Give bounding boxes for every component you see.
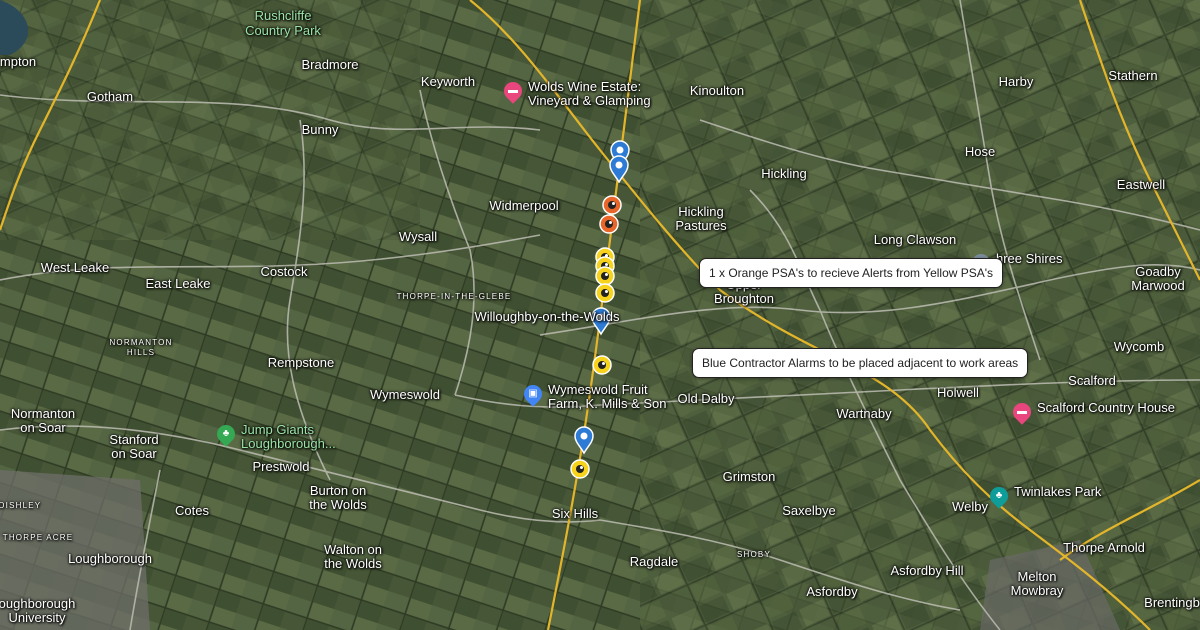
- place-label-hicklingp1: Hickling: [678, 204, 724, 219]
- poi-label-jump-giants[interactable]: Jump Giants Loughborough...: [241, 423, 336, 451]
- poi-line1: Scalford Country House: [1037, 400, 1176, 415]
- place-label-hose: Hose: [964, 144, 996, 159]
- place-label-keyworth: Keyworth: [420, 74, 476, 89]
- area-label-thorpeglebe: THORPE-IN-THE-GLEBE: [396, 292, 512, 301]
- place-label-normanton1: Normanton: [10, 406, 76, 421]
- poi-line1: Wymeswold Fruit: [548, 382, 648, 397]
- place-label-goadby2: Marwood: [1131, 278, 1185, 293]
- place-label-saxelbye: Saxelbye: [782, 503, 836, 518]
- orange-psa-marker[interactable]: [602, 195, 622, 215]
- poi-label-twinlakes[interactable]: Twinlakes Park: [1014, 485, 1101, 499]
- place-label-ragdale: Ragdale: [629, 554, 679, 569]
- place-label-kinoulton: Kinoulton: [689, 83, 745, 98]
- place-label-bradmore: Bradmore: [301, 57, 359, 72]
- poi-label-three-shires[interactable]: hree Shires: [996, 252, 1062, 266]
- poi-line2: Farm, K. Mills & Son: [548, 396, 667, 411]
- place-label-loughborough: Loughborough: [68, 551, 152, 566]
- blue-alarms-callout[interactable]: Blue Contractor Alarms to be placed adja…: [692, 348, 1029, 378]
- place-label-wycomb: Wycomb: [1113, 339, 1165, 354]
- place-label-scalford: Scalford: [1068, 373, 1116, 388]
- place-label-hicklingp2: Pastures: [675, 218, 727, 233]
- area-label-normantonhills2: HILLS: [126, 348, 156, 357]
- place-label-melton2: Mowbray: [1010, 583, 1064, 598]
- yellow-psa-marker[interactable]: [592, 355, 612, 375]
- place-label-upperb2: Broughton: [714, 291, 774, 306]
- poi-line1: Twinlakes Park: [1014, 484, 1102, 499]
- poi-label-wolds-wine[interactable]: Wolds Wine Estate: Vineyard & Glamping: [528, 80, 651, 108]
- area-label-shoby: SHOBY: [736, 550, 772, 559]
- place-label-grimston: Grimston: [722, 469, 776, 484]
- place-label-cotes: Cotes: [175, 503, 209, 518]
- area-label-normantonhills1: NORMANTON: [109, 338, 173, 347]
- place-label-prestwold: Prestwold: [252, 459, 310, 474]
- poi-line2: Loughborough...: [241, 436, 336, 451]
- place-label-loughuni1: oughborough: [0, 596, 76, 611]
- place-label-thorpearnold: Thorpe Arnold: [1063, 540, 1145, 555]
- place-label-holwell: Holwell: [937, 385, 979, 400]
- place-label-loughuni2: University: [8, 610, 66, 625]
- area-label-dishley: DISHLEY: [0, 501, 42, 510]
- place-label-rampton: mpton: [0, 54, 37, 69]
- yellow-psa-marker[interactable]: [595, 283, 615, 303]
- place-label-welby: Welby: [952, 499, 988, 514]
- place-label-brentingby: Brentingb: [1144, 595, 1200, 610]
- place-label-bunny: Bunny: [301, 122, 339, 137]
- place-label-asfordbyhill: Asfordby Hill: [890, 563, 964, 578]
- orange-psa-callout[interactable]: 1 x Orange PSA's to recieve Alerts from …: [699, 258, 1004, 288]
- poi-label-wymeswold-fruit[interactable]: Wymeswold Fruit Farm, K. Mills & Son: [548, 383, 666, 411]
- place-label-goadby1: Goadby: [1135, 264, 1181, 279]
- place-label-harby: Harby: [998, 74, 1034, 89]
- place-label-burton2: the Wolds: [309, 497, 367, 512]
- yellow-psa-marker[interactable]: [595, 266, 615, 286]
- place-label-costock: Costock: [260, 264, 308, 279]
- yellow-psa-marker[interactable]: [570, 459, 590, 479]
- poi-line1: Wolds Wine Estate:: [528, 79, 642, 94]
- place-label-walton2: the Wolds: [324, 556, 382, 571]
- place-label-stanford1: Stanford: [109, 432, 159, 447]
- shopping-bag-icon[interactable]: ▣: [520, 381, 546, 407]
- place-label-stanford2: on Soar: [111, 446, 157, 461]
- poi-line1: Jump Giants: [241, 422, 314, 437]
- place-label-stathern: Stathern: [1108, 68, 1158, 83]
- place-label-rushcliffe: Rushcliffe: [254, 8, 312, 23]
- poi-line2: Vineyard & Glamping: [528, 93, 651, 108]
- park-icon[interactable]: ♣: [986, 483, 1012, 509]
- place-label-widmerpool: Widmerpool: [489, 198, 559, 213]
- place-label-walton1: Walton on: [323, 542, 383, 557]
- place-label-melton1: Melton: [1017, 569, 1057, 584]
- area-label-thorpeacre: THORPE ACRE: [2, 533, 74, 542]
- place-label-eastleake: East Leake: [145, 276, 211, 291]
- place-label-rushcliffe2: Country Park: [245, 23, 321, 38]
- poi-label-scalford-house[interactable]: Scalford Country House: [1037, 401, 1175, 415]
- place-label-wysall: Wysall: [398, 229, 438, 244]
- place-label-sixhills: Six Hills: [551, 506, 599, 521]
- place-label-rempstone: Rempstone: [267, 355, 335, 370]
- place-label-willoughby: Willoughby-on-the-Wolds: [474, 309, 620, 324]
- place-label-westleake: West Leake: [40, 260, 110, 275]
- place-label-wymeswold: Wymeswold: [370, 387, 440, 402]
- place-label-hickling: Hickling: [761, 166, 807, 181]
- park-icon[interactable]: ♣: [213, 421, 239, 447]
- place-label-longclawson: Long Clawson: [873, 232, 957, 247]
- place-label-eastwell: Eastwell: [1116, 177, 1166, 192]
- place-label-olddalby: Old Dalby: [677, 391, 735, 406]
- orange-psa-marker[interactable]: [599, 214, 619, 234]
- bed-icon[interactable]: ▬: [500, 78, 526, 104]
- place-label-burton1: Burton on: [309, 483, 367, 498]
- place-label-wartnaby: Wartnaby: [836, 406, 892, 421]
- bed-icon[interactable]: ▬: [1009, 399, 1035, 425]
- place-label-asfordby: Asfordby: [806, 584, 858, 599]
- place-label-gotham: Gotham: [86, 89, 134, 104]
- place-label-normanton2: on Soar: [20, 420, 66, 435]
- poi-line1: hree Shires: [996, 251, 1063, 266]
